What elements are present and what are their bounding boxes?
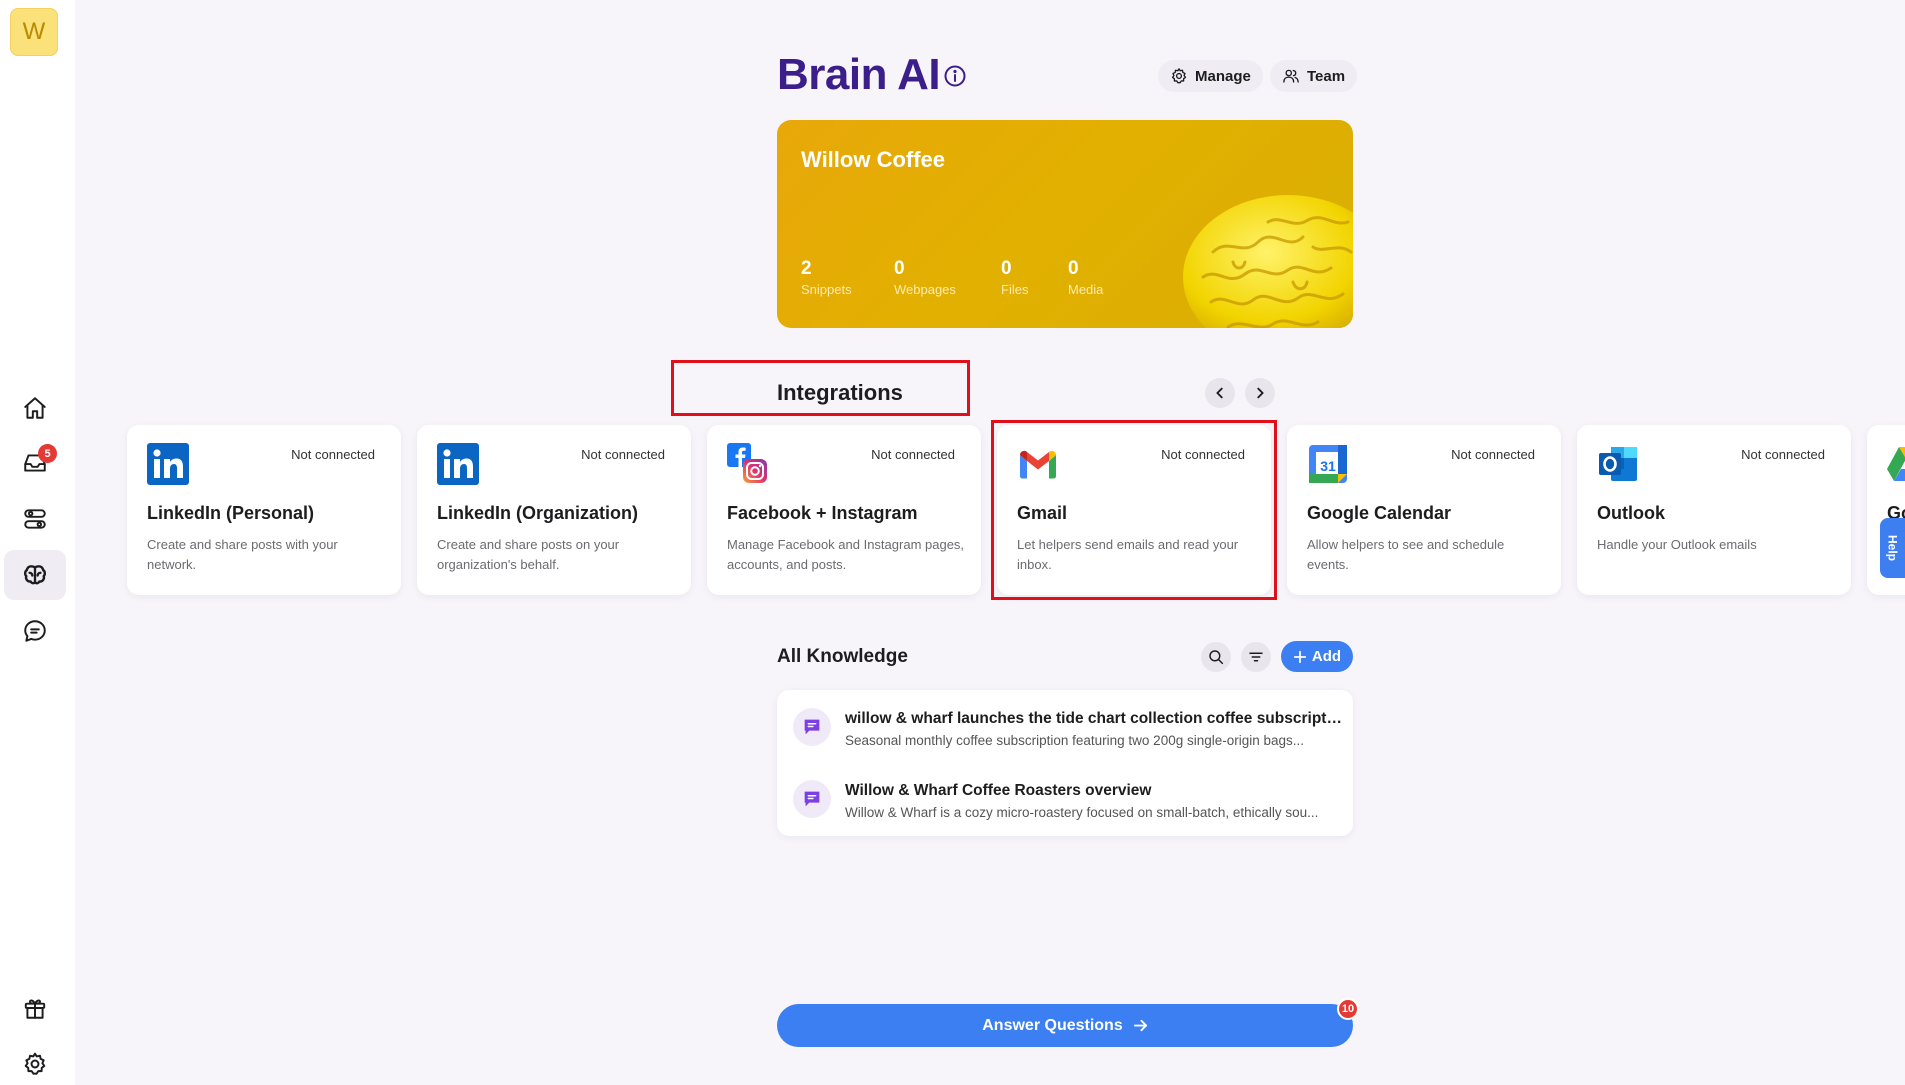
carousel-next-button[interactable] xyxy=(1245,378,1275,408)
page-title: Brain AI xyxy=(777,50,941,99)
integration-description: Handle your Outlook emails xyxy=(1597,537,1757,552)
connection-status: Not connected xyxy=(291,447,375,462)
integration-name: Google Calendar xyxy=(1307,503,1452,523)
questions-count-badge: 10 xyxy=(1337,998,1359,1020)
toggles-icon xyxy=(24,509,46,529)
all-knowledge-title: All Knowledge xyxy=(777,646,908,667)
knowledge-subtitle: Willow & Wharf is a cozy micro-roastery … xyxy=(845,805,1319,820)
knowledge-subtitle: Seasonal monthly coffee subscription fea… xyxy=(845,733,1305,748)
integrations-highlight xyxy=(671,360,970,416)
stat-label: Webpages xyxy=(894,282,956,297)
chat-icon xyxy=(24,620,46,642)
plus-icon xyxy=(1293,650,1307,663)
list-item[interactable]: willow & wharf launches the tide chart c… xyxy=(777,692,1353,762)
workspace-logo-letter: W xyxy=(22,18,46,45)
inbox-count-badge: 5 xyxy=(38,444,57,463)
integration-card-facebook-instagram[interactable]: Not connected Facebook + Instagram Manag… xyxy=(707,425,981,595)
workspace-logo[interactable]: W xyxy=(10,8,58,56)
knowledge-list: willow & wharf launches the tide chart c… xyxy=(777,690,1353,836)
sidebar: W 5 xyxy=(0,0,75,1085)
knowledge-title: willow & wharf launches the tide chart c… xyxy=(845,710,1345,727)
integration-card-linkedin-personal[interactable]: Not connected LinkedIn (Personal) Create… xyxy=(127,425,401,595)
knowledge-search-button[interactable] xyxy=(1201,642,1231,672)
linkedin-icon xyxy=(147,443,189,485)
brain-banner: Willow Coffee 2 Snippets 0 Webpages 0 Fi… xyxy=(777,120,1353,328)
linkedin-icon xyxy=(437,443,479,485)
brain-icon xyxy=(23,565,47,585)
stat-webpages[interactable]: 0 Webpages xyxy=(894,258,956,297)
chevron-left-icon xyxy=(1216,387,1223,399)
team-button[interactable]: Team xyxy=(1270,60,1358,92)
integration-description: Allow helpers to see and schedule events… xyxy=(1307,537,1505,572)
gmail-card-highlight xyxy=(991,420,1277,600)
main-content: Brain AI Manage Team Willow Coffee 2 Sni… xyxy=(75,0,1905,1085)
answer-questions-button[interactable]: Answer Questions 10 xyxy=(777,998,1359,1047)
integration-name: Outlook xyxy=(1597,503,1665,523)
filter-icon xyxy=(1249,652,1263,662)
nav-chat[interactable] xyxy=(4,606,66,656)
arrow-right-icon xyxy=(1133,1019,1147,1032)
integration-name: LinkedIn (Organization) xyxy=(437,503,638,523)
integration-card-google-calendar[interactable]: 31 Not connected Google Calendar Allow h… xyxy=(1287,425,1561,595)
gift-icon xyxy=(24,999,46,1019)
knowledge-filter-button[interactable] xyxy=(1241,642,1271,672)
nav-settings[interactable] xyxy=(4,1039,66,1085)
brain-illustration xyxy=(1183,195,1353,328)
nav-inbox[interactable]: 5 xyxy=(4,438,66,488)
stat-value: 0 xyxy=(1001,258,1012,279)
nav-home[interactable] xyxy=(4,383,66,433)
integration-name: Facebook + Instagram xyxy=(727,503,918,523)
gear-icon xyxy=(1171,68,1187,84)
knowledge-title: Willow & Wharf Coffee Roasters overview xyxy=(845,782,1152,799)
connection-status: Not connected xyxy=(871,447,955,462)
carousel-prev-button[interactable] xyxy=(1205,378,1235,408)
snippet-icon-wrap xyxy=(793,780,831,818)
help-tab[interactable]: Help xyxy=(1880,518,1905,578)
search-icon xyxy=(1209,650,1224,665)
stat-media[interactable]: 0 Media xyxy=(1068,258,1103,297)
home-icon xyxy=(24,397,46,419)
chevron-right-icon xyxy=(1257,387,1264,399)
connection-status: Not connected xyxy=(1741,447,1825,462)
integration-description: Create and share posts on your organizat… xyxy=(437,537,620,572)
nav-brain[interactable] xyxy=(4,550,66,600)
help-tab-label: Help xyxy=(1885,534,1900,561)
manage-button-label: Manage xyxy=(1195,67,1251,85)
stat-label: Files xyxy=(1001,282,1029,297)
answer-questions-label: Answer Questions xyxy=(982,1016,1123,1034)
brain-name: Willow Coffee xyxy=(801,147,946,172)
stat-value: 0 xyxy=(1068,258,1079,279)
nav-helpers[interactable] xyxy=(4,494,66,544)
manage-button[interactable]: Manage xyxy=(1158,60,1263,92)
info-icon[interactable] xyxy=(943,64,967,88)
integration-description: Manage Facebook and Instagram pages, acc… xyxy=(727,537,965,572)
stat-label: Media xyxy=(1068,282,1104,297)
connection-status: Not connected xyxy=(581,447,665,462)
stat-label: Snippets xyxy=(801,282,852,297)
integration-card-outlook[interactable]: Not connected Outlook Handle your Outloo… xyxy=(1577,425,1851,595)
facebook-instagram-icon xyxy=(727,443,767,483)
add-button-label: Add xyxy=(1311,648,1342,665)
stat-value: 2 xyxy=(801,258,812,279)
gear-icon xyxy=(24,1052,46,1075)
list-item[interactable]: Willow & Wharf Coffee Roasters overview … xyxy=(777,764,1353,834)
google-drive-icon xyxy=(1887,447,1905,481)
message-icon xyxy=(804,791,820,807)
stat-value: 0 xyxy=(894,258,905,279)
calendar-day: 31 xyxy=(1320,458,1336,474)
outlook-icon xyxy=(1599,447,1637,481)
team-button-label: Team xyxy=(1307,67,1346,85)
google-calendar-icon: 31 xyxy=(1309,445,1347,483)
knowledge-add-button[interactable]: Add xyxy=(1281,641,1353,672)
integration-name: LinkedIn (Personal) xyxy=(147,503,315,523)
snippet-icon-wrap xyxy=(793,708,831,746)
stat-snippets[interactable]: 2 Snippets xyxy=(801,258,852,297)
integration-description: Create and share posts with your network… xyxy=(147,537,338,572)
nav-gifts[interactable] xyxy=(4,983,66,1033)
connection-status: Not connected xyxy=(1451,447,1535,462)
integration-card-linkedin-organization[interactable]: Not connected LinkedIn (Organization) Cr… xyxy=(417,425,691,595)
message-icon xyxy=(804,719,820,735)
users-icon xyxy=(1283,69,1299,83)
stat-files[interactable]: 0 Files xyxy=(1001,258,1028,297)
